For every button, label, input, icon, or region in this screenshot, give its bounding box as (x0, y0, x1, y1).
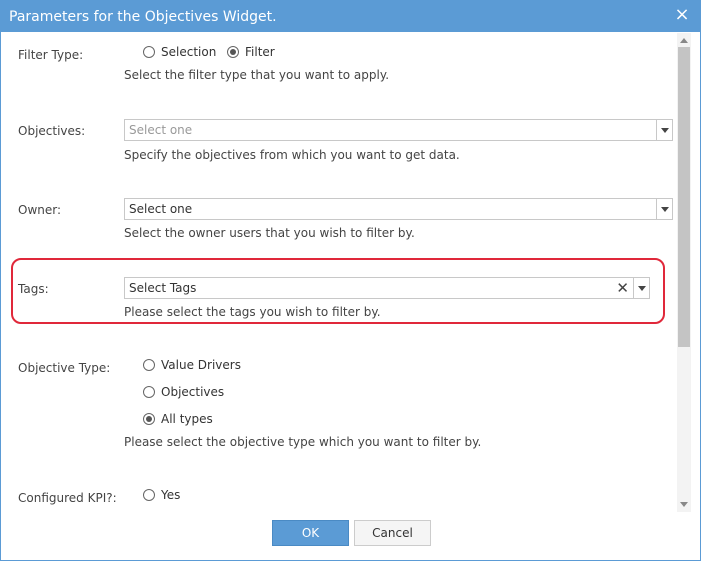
vertical-scrollbar[interactable] (677, 33, 691, 512)
objectives-select[interactable]: Select one (124, 119, 673, 141)
objective-type-help: Please select the objective type which y… (124, 435, 482, 449)
objectives-help: Specify the objectives from which you wa… (124, 148, 460, 162)
radio-checked-icon (143, 413, 155, 425)
radio-label: All types (161, 412, 213, 426)
radio-unchecked-icon (143, 359, 155, 371)
scroll-down-icon[interactable] (680, 502, 688, 507)
scroll-up-icon[interactable] (680, 38, 688, 43)
filter-type-selection-radio[interactable]: Selection (143, 45, 216, 59)
radio-unchecked-icon (143, 489, 155, 501)
radio-label: Selection (161, 45, 217, 59)
chevron-down-icon[interactable] (656, 120, 672, 140)
radio-unchecked-icon (143, 386, 155, 398)
cancel-button[interactable]: Cancel (354, 520, 431, 546)
objective-type-objectives-radio[interactable]: Objectives (143, 385, 224, 399)
tags-highlight-outline (11, 258, 665, 324)
owner-label: Owner: (18, 203, 62, 217)
chevron-down-icon[interactable] (656, 199, 672, 219)
filter-type-label: Filter Type: (18, 48, 84, 62)
objective-type-value-drivers-radio[interactable]: Value Drivers (143, 358, 241, 372)
dialog-title: Parameters for the Objectives Widget. (9, 9, 277, 25)
radio-label: Value Drivers (161, 358, 241, 372)
objectives-label: Objectives: (18, 124, 86, 138)
scrollbar-thumb[interactable] (678, 47, 690, 347)
configured-kpi-yes-radio[interactable]: Yes (143, 488, 180, 502)
radio-label: Objectives (161, 385, 225, 399)
configured-kpi-label: Configured KPI?: (18, 491, 117, 505)
objectives-placeholder: Select one (129, 123, 193, 137)
owner-help: Select the owner users that you wish to … (124, 226, 415, 240)
objective-type-label: Objective Type: (18, 361, 111, 375)
dialog-titlebar: Parameters for the Objectives Widget. × (1, 1, 700, 32)
radio-unchecked-icon (143, 46, 155, 58)
owner-select[interactable]: Select one (124, 198, 673, 220)
radio-label: Filter (245, 45, 275, 59)
ok-button[interactable]: OK (272, 520, 349, 546)
owner-value: Select one (129, 202, 193, 216)
radio-label: Yes (161, 488, 181, 502)
objective-type-all-types-radio[interactable]: All types (143, 412, 213, 426)
filter-type-help: Select the filter type that you want to … (124, 68, 390, 82)
close-icon[interactable]: × (672, 5, 692, 25)
parameters-dialog: Parameters for the Objectives Widget. × … (0, 0, 701, 561)
radio-checked-icon (227, 46, 239, 58)
filter-type-filter-radio[interactable]: Filter (227, 45, 275, 59)
